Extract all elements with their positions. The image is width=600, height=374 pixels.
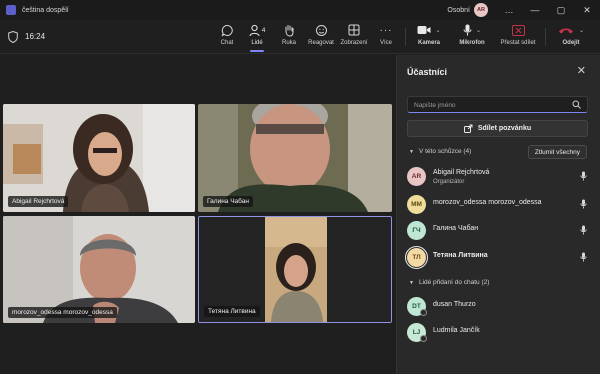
chat-button[interactable]: Chat [217, 23, 237, 51]
toolbar-divider [545, 28, 546, 46]
chat-member-row[interactable]: LJ Ludmila Jančík [407, 321, 591, 343]
chat-section-header[interactable]: ▼ Lidé přidaní do chatu (2) [409, 279, 489, 286]
in-meeting-section-header[interactable]: ▼ V této schůzce (4) [409, 148, 471, 155]
participant-name: Тетяна Литвина [433, 252, 488, 259]
microphone-icon [580, 199, 587, 209]
avatar: ТЛ [405, 246, 428, 269]
mic-options-chevron-icon[interactable]: ⌄ [476, 27, 481, 34]
people-active-indicator [250, 50, 264, 52]
offline-status-icon [420, 309, 427, 316]
microphone-label: Mikrofon [459, 40, 485, 46]
avatar: MM [407, 195, 426, 214]
chat-label: Chat [220, 40, 234, 46]
stop-sharing-label: Přestat sdílet [500, 40, 536, 46]
share-invite-label: Sdílet pozvánku [477, 125, 532, 132]
profile-avatar[interactable]: AR [474, 3, 488, 17]
chat-member-row[interactable]: DT dusan Thurzo [407, 295, 591, 317]
participant-role: Organizátor [433, 179, 465, 185]
hand-icon [283, 23, 295, 37]
chat-icon [221, 23, 234, 37]
people-label: Lidé [251, 40, 263, 46]
participant-row[interactable]: MM morozov_odessa morozov_odessa [407, 193, 591, 215]
grid-view-icon [348, 23, 360, 37]
microphone-icon [580, 171, 587, 181]
camera-icon [417, 26, 431, 34]
offline-status-icon [420, 335, 427, 342]
participant-name-tag: Abigail Rejchrtová [8, 196, 69, 207]
react-label: Reagovat [308, 40, 334, 46]
microphone-icon [463, 24, 472, 36]
chevron-down-icon: ▼ [409, 148, 414, 155]
participant-name-tag: Тетяна Литвина [204, 306, 260, 317]
stop-share-icon [511, 23, 525, 37]
phone-hangup-icon [558, 28, 573, 33]
microphone-icon [580, 252, 587, 262]
search-input[interactable] [414, 99, 564, 111]
participant-row[interactable]: ГЧ Галина Чабан [407, 219, 591, 241]
teams-app-icon [6, 5, 16, 15]
share-icon [463, 124, 473, 133]
participant-search[interactable] [407, 96, 588, 113]
toolbar-divider [405, 28, 406, 46]
leave-label: Odejít [562, 40, 580, 46]
participant-name: Галина Чабан [433, 225, 479, 232]
stop-sharing-button[interactable]: Přestat sdílet [496, 23, 540, 51]
shield-icon [8, 31, 18, 43]
camera-options-chevron-icon[interactable]: ⌄ [435, 27, 440, 34]
microphone-icon [580, 225, 587, 235]
chat-header-label: Lidé přidaní do chatu (2) [418, 279, 490, 286]
meeting-toolbar: 16:24 Chat 4 Lidé Ruka Reagovat Zobrazen… [0, 20, 600, 54]
smiley-icon [315, 23, 328, 37]
avatar: ГЧ [407, 221, 426, 240]
view-button[interactable]: Zobrazení [339, 23, 369, 51]
participant-name-tag: Галина Чабан [203, 196, 253, 207]
more-label: Více [379, 40, 392, 46]
participant-row[interactable]: AR Abigail Rejchrtová Organizátor [407, 165, 591, 187]
people-count: 4 [261, 26, 266, 34]
title-bar: čeština dospělí Osobní AR … — ▢ ✕ [0, 0, 600, 20]
participant-name-tag: morozov_odessa morozov_odessa [8, 307, 117, 318]
leave-button[interactable]: ⌄ Odejít [552, 23, 590, 51]
video-tile-abigail[interactable]: Abigail Rejchrtová [3, 104, 195, 212]
chevron-down-icon: ▼ [409, 279, 414, 286]
video-tile-tetiana[interactable]: Тетяна Литвина [198, 216, 392, 323]
participant-name: dusan Thurzo [433, 301, 476, 308]
participant-name: morozov_odessa morozov_odessa [433, 199, 542, 206]
hand-label: Ruka [281, 40, 296, 46]
leave-options-chevron-icon[interactable]: ⌄ [579, 27, 584, 34]
share-invite-button[interactable]: Sdílet pozvánku [407, 120, 588, 137]
close-window-icon[interactable]: ✕ [574, 0, 600, 20]
people-button[interactable]: 4 Lidé [244, 23, 270, 51]
more-dots-icon: ··· [379, 24, 393, 36]
maximize-icon[interactable]: ▢ [548, 0, 574, 20]
panel-title: Účastníci [407, 67, 448, 77]
mute-all-button[interactable]: Ztlumit všechny [527, 145, 587, 159]
participant-row[interactable]: ТЛ Тетяна Литвина [405, 246, 591, 269]
minimize-icon[interactable]: — [522, 0, 548, 20]
participants-panel: Účastníci ✕ Sdílet pozvánku ▼ V této sch… [396, 55, 600, 374]
avatar: AR [407, 167, 426, 186]
participant-name: Abigail Rejchrtová [433, 169, 490, 176]
close-icon[interactable]: ✕ [577, 64, 586, 77]
window-title: čeština dospělí [22, 6, 69, 14]
camera-button[interactable]: ⌄ Kamera [412, 23, 446, 51]
participant-name: Ludmila Jančík [433, 327, 480, 334]
camera-label: Kamera [417, 40, 440, 46]
raise-hand-button[interactable]: Ruka [279, 23, 299, 51]
more-button[interactable]: ··· Více [376, 23, 396, 51]
microphone-button[interactable]: ⌄ Mikrofon [454, 23, 490, 51]
view-label: Zobrazení [340, 40, 368, 46]
window-more-button[interactable]: … [496, 0, 522, 20]
video-tile-halyna[interactable]: Галина Чабан [198, 104, 392, 212]
profile-label[interactable]: Osobní [447, 7, 470, 14]
search-icon [572, 100, 581, 109]
meeting-timer: 16:24 [25, 32, 46, 41]
in-meeting-header-label: V této schůzce (4) [418, 148, 472, 155]
people-icon: 4 [249, 23, 266, 37]
video-tile-morozov[interactable]: morozov_odessa morozov_odessa [3, 216, 195, 323]
react-button[interactable]: Reagovat [306, 23, 336, 51]
